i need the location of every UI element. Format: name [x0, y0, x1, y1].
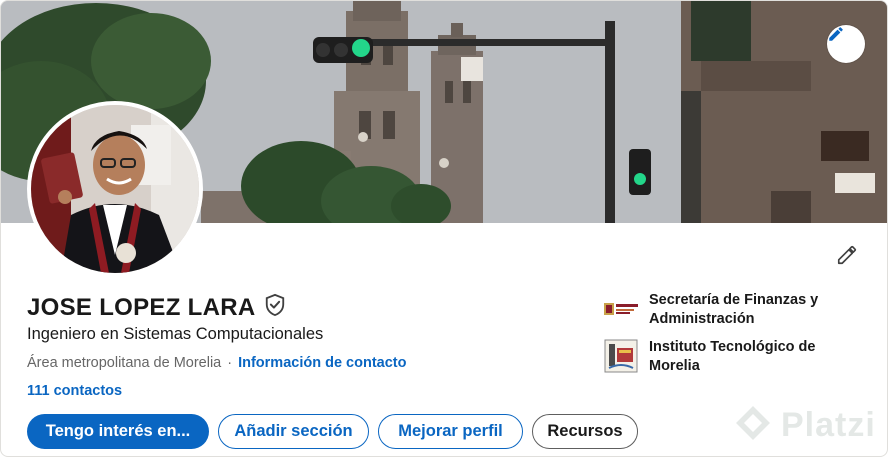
- separator-dot: ·: [227, 355, 233, 371]
- profile-photo: [31, 105, 199, 273]
- government-logo: [603, 291, 639, 327]
- pencil-icon: [836, 244, 858, 271]
- org-name: Instituto Tecnológico de Morelia: [649, 339, 816, 374]
- platzi-watermark: Platzi: [733, 403, 876, 448]
- location-row: Área metropolitana de Morelia · Informac…: [27, 355, 406, 371]
- org-item-finanzas[interactable]: Secretaría de Finanzas y Administración: [603, 291, 839, 329]
- avatar[interactable]: [27, 101, 203, 277]
- platzi-logo-icon: [733, 403, 773, 448]
- org-name: Secretaría de Finanzas y Administración: [649, 292, 819, 327]
- shield-check-icon[interactable]: [264, 293, 286, 322]
- add-section-button[interactable]: Añadir sección: [218, 414, 369, 449]
- connections-link[interactable]: 111 contactos: [27, 383, 122, 399]
- profile-name: JOSE LOPEZ LARA: [27, 293, 256, 321]
- resources-button[interactable]: Recursos: [532, 414, 638, 449]
- profile-card: JOSE LOPEZ LARA Ingeniero en Sistemas Co…: [0, 0, 888, 457]
- open-to-button[interactable]: Tengo interés en...: [27, 414, 209, 449]
- improve-profile-button[interactable]: Mejorar perfil: [378, 414, 523, 449]
- profile-location: Área metropolitana de Morelia: [27, 355, 222, 371]
- edit-cover-button[interactable]: [827, 25, 865, 63]
- org-item-itm[interactable]: Instituto Tecnológico de Morelia: [603, 338, 839, 376]
- edit-intro-button[interactable]: [829, 239, 865, 275]
- contact-info-link[interactable]: Información de contacto: [238, 355, 406, 371]
- institute-seal-logo: [603, 338, 639, 374]
- name-row: JOSE LOPEZ LARA: [27, 293, 286, 322]
- watermark-text: Platzi: [781, 406, 876, 444]
- profile-headline: Ingeniero en Sistemas Computacionales: [27, 325, 324, 343]
